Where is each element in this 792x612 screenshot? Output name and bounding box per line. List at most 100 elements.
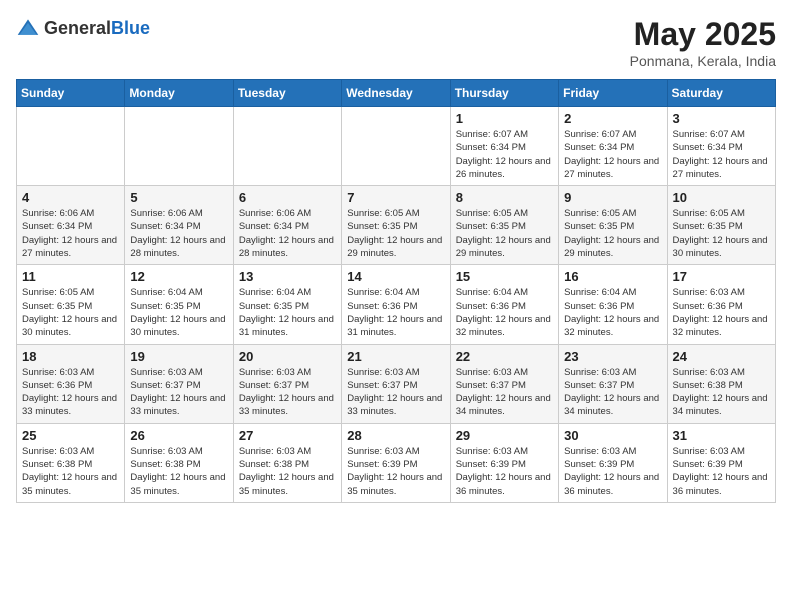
logo: GeneralBlue [16, 16, 150, 40]
location-text: Ponmana, Kerala, India [630, 53, 776, 69]
day-number: 30 [564, 428, 661, 443]
calendar-cell: 4Sunrise: 6:06 AM Sunset: 6:34 PM Daylig… [17, 186, 125, 265]
day-number: 21 [347, 349, 444, 364]
day-info: Sunrise: 6:03 AM Sunset: 6:37 PM Dayligh… [239, 366, 336, 419]
day-number: 5 [130, 190, 227, 205]
day-info: Sunrise: 6:03 AM Sunset: 6:36 PM Dayligh… [22, 366, 119, 419]
day-number: 31 [673, 428, 770, 443]
day-number: 25 [22, 428, 119, 443]
day-info: Sunrise: 6:05 AM Sunset: 6:35 PM Dayligh… [347, 207, 444, 260]
column-header-friday: Friday [559, 80, 667, 107]
calendar-week-5: 25 Sunrise: 6:03 AM Sunset: 6:38 PM Dayli… [17, 423, 776, 502]
column-header-thursday: Thursday [450, 80, 558, 107]
day-info: Sunrise: 6:07 AM Sunset: 6:34 PM Dayligh… [673, 128, 770, 181]
day-info: Sunrise: 6:05 AM Sunset: 6:35 PM Dayligh… [564, 207, 661, 260]
column-header-tuesday: Tuesday [233, 80, 341, 107]
day-info: Sunrise: 6:03 AM Sunset: 6:38 PM Dayligh… [130, 445, 227, 498]
calendar-cell: 19Sunrise: 6:03 AM Sunset: 6:37 PM Dayli… [125, 344, 233, 423]
day-info: Sunrise: 6:03 AM Sunset: 6:36 PM Dayligh… [673, 286, 770, 339]
day-number: 15 [456, 269, 553, 284]
calendar-cell: 28 Sunrise: 6:03 AM Sunset: 6:39 PM Dayli… [342, 423, 450, 502]
calendar-cell: 13Sunrise: 6:04 AM Sunset: 6:35 PM Dayli… [233, 265, 341, 344]
day-number: 6 [239, 190, 336, 205]
day-info: Sunrise: 6:03 AM Sunset: 6:39 PM Dayligh… [456, 445, 553, 498]
day-number: 12 [130, 269, 227, 284]
calendar-week-4: 18Sunrise: 6:03 AM Sunset: 6:36 PM Dayli… [17, 344, 776, 423]
page-header: GeneralBlue May 2025 Ponmana, Kerala, In… [16, 16, 776, 69]
calendar-cell: 11Sunrise: 6:05 AM Sunset: 6:35 PM Dayli… [17, 265, 125, 344]
day-info: Sunrise: 6:06 AM Sunset: 6:34 PM Dayligh… [22, 207, 119, 260]
calendar-cell: 22Sunrise: 6:03 AM Sunset: 6:37 PM Dayli… [450, 344, 558, 423]
day-number: 11 [22, 269, 119, 284]
calendar-cell: 29 Sunrise: 6:03 AM Sunset: 6:39 PM Dayli… [450, 423, 558, 502]
day-number: 19 [130, 349, 227, 364]
day-info: Sunrise: 6:03 AM Sunset: 6:37 PM Dayligh… [564, 366, 661, 419]
day-info: Sunrise: 6:07 AM Sunset: 6:34 PM Dayligh… [456, 128, 553, 181]
title-block: May 2025 Ponmana, Kerala, India [630, 16, 776, 69]
day-number: 20 [239, 349, 336, 364]
day-info: Sunrise: 6:06 AM Sunset: 6:34 PM Dayligh… [239, 207, 336, 260]
day-number: 1 [456, 111, 553, 126]
day-number: 23 [564, 349, 661, 364]
day-info: Sunrise: 6:03 AM Sunset: 6:38 PM Dayligh… [22, 445, 119, 498]
calendar-cell: 2 Sunrise: 6:07 AM Sunset: 6:34 PM Daylig… [559, 107, 667, 186]
day-info: Sunrise: 6:04 AM Sunset: 6:36 PM Dayligh… [347, 286, 444, 339]
calendar-cell: 26 Sunrise: 6:03 AM Sunset: 6:38 PM Dayli… [125, 423, 233, 502]
day-number: 14 [347, 269, 444, 284]
day-number: 2 [564, 111, 661, 126]
day-info: Sunrise: 6:05 AM Sunset: 6:35 PM Dayligh… [673, 207, 770, 260]
calendar-cell: 1 Sunrise: 6:07 AM Sunset: 6:34 PM Daylig… [450, 107, 558, 186]
calendar-header-row: SundayMondayTuesdayWednesdayThursdayFrid… [17, 80, 776, 107]
calendar-cell: 31Sunrise: 6:03 AM Sunset: 6:39 PM Dayli… [667, 423, 775, 502]
logo-icon [16, 16, 40, 40]
calendar-cell: 30Sunrise: 6:03 AM Sunset: 6:39 PM Dayli… [559, 423, 667, 502]
day-info: Sunrise: 6:04 AM Sunset: 6:36 PM Dayligh… [456, 286, 553, 339]
day-info: Sunrise: 6:03 AM Sunset: 6:38 PM Dayligh… [673, 366, 770, 419]
column-header-sunday: Sunday [17, 80, 125, 107]
calendar-cell: 24Sunrise: 6:03 AM Sunset: 6:38 PM Dayli… [667, 344, 775, 423]
calendar-cell: 23 Sunrise: 6:03 AM Sunset: 6:37 PM Dayli… [559, 344, 667, 423]
calendar-cell: 10 Sunrise: 6:05 AM Sunset: 6:35 PM Dayli… [667, 186, 775, 265]
column-header-monday: Monday [125, 80, 233, 107]
calendar-cell: 8Sunrise: 6:05 AM Sunset: 6:35 PM Daylig… [450, 186, 558, 265]
calendar-cell: 9 Sunrise: 6:05 AM Sunset: 6:35 PM Daylig… [559, 186, 667, 265]
calendar-table: SundayMondayTuesdayWednesdayThursdayFrid… [16, 79, 776, 503]
calendar-cell [233, 107, 341, 186]
calendar-cell: 17 Sunrise: 6:03 AM Sunset: 6:36 PM Dayli… [667, 265, 775, 344]
day-info: Sunrise: 6:03 AM Sunset: 6:37 PM Dayligh… [456, 366, 553, 419]
calendar-week-3: 11Sunrise: 6:05 AM Sunset: 6:35 PM Dayli… [17, 265, 776, 344]
calendar-cell: 15 Sunrise: 6:04 AM Sunset: 6:36 PM Dayli… [450, 265, 558, 344]
logo-blue-text: Blue [111, 18, 150, 38]
day-info: Sunrise: 6:05 AM Sunset: 6:35 PM Dayligh… [456, 207, 553, 260]
calendar-cell: 16Sunrise: 6:04 AM Sunset: 6:36 PM Dayli… [559, 265, 667, 344]
calendar-cell: 18Sunrise: 6:03 AM Sunset: 6:36 PM Dayli… [17, 344, 125, 423]
column-header-wednesday: Wednesday [342, 80, 450, 107]
calendar-week-2: 4Sunrise: 6:06 AM Sunset: 6:34 PM Daylig… [17, 186, 776, 265]
day-number: 17 [673, 269, 770, 284]
calendar-cell: 20 Sunrise: 6:03 AM Sunset: 6:37 PM Dayli… [233, 344, 341, 423]
calendar-cell: 14 Sunrise: 6:04 AM Sunset: 6:36 PM Dayli… [342, 265, 450, 344]
day-info: Sunrise: 6:03 AM Sunset: 6:39 PM Dayligh… [347, 445, 444, 498]
day-info: Sunrise: 6:07 AM Sunset: 6:34 PM Dayligh… [564, 128, 661, 181]
calendar-cell: 7 Sunrise: 6:05 AM Sunset: 6:35 PM Daylig… [342, 186, 450, 265]
day-number: 7 [347, 190, 444, 205]
day-number: 28 [347, 428, 444, 443]
day-number: 9 [564, 190, 661, 205]
calendar-week-1: 1 Sunrise: 6:07 AM Sunset: 6:34 PM Daylig… [17, 107, 776, 186]
day-info: Sunrise: 6:04 AM Sunset: 6:35 PM Dayligh… [130, 286, 227, 339]
calendar-cell [125, 107, 233, 186]
calendar-cell: 12 Sunrise: 6:04 AM Sunset: 6:35 PM Dayli… [125, 265, 233, 344]
day-number: 27 [239, 428, 336, 443]
day-info: Sunrise: 6:04 AM Sunset: 6:36 PM Dayligh… [564, 286, 661, 339]
calendar-cell: 25 Sunrise: 6:03 AM Sunset: 6:38 PM Dayli… [17, 423, 125, 502]
day-number: 29 [456, 428, 553, 443]
day-number: 10 [673, 190, 770, 205]
day-number: 26 [130, 428, 227, 443]
day-info: Sunrise: 6:06 AM Sunset: 6:34 PM Dayligh… [130, 207, 227, 260]
column-header-saturday: Saturday [667, 80, 775, 107]
day-number: 13 [239, 269, 336, 284]
calendar-cell: 3 Sunrise: 6:07 AM Sunset: 6:34 PM Daylig… [667, 107, 775, 186]
calendar-cell [17, 107, 125, 186]
calendar-cell: 21Sunrise: 6:03 AM Sunset: 6:37 PM Dayli… [342, 344, 450, 423]
day-number: 3 [673, 111, 770, 126]
